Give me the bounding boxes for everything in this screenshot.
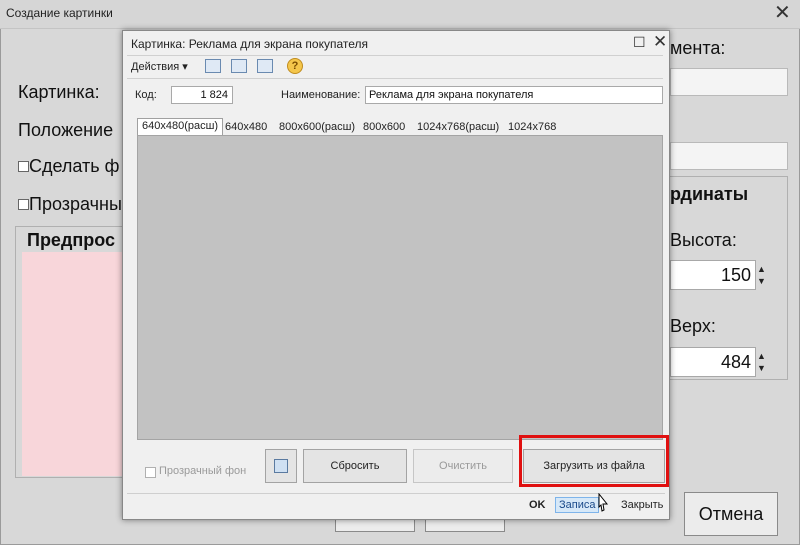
highlight-box: [519, 435, 669, 487]
background-close-icon[interactable]: ✕: [774, 0, 791, 25]
top-stepper[interactable]: ▲ ▼: [757, 350, 766, 374]
image-panel: [137, 135, 663, 440]
coords-label: рдинаты: [670, 184, 749, 204]
top-label: Верх:: [670, 316, 716, 336]
tab-640x480[interactable]: 640x480: [221, 120, 271, 136]
height-label: Высота:: [670, 230, 737, 250]
close-button[interactable]: Закрыть: [621, 499, 663, 511]
tab-1024x768-ext[interactable]: 1024x768(расш): [413, 120, 503, 136]
height-input[interactable]: 150: [670, 260, 756, 290]
transparent-bg-checkbox[interactable]: [145, 465, 156, 483]
picture-label: Картинка:: [18, 82, 100, 102]
reset-button[interactable]: Сбросить: [303, 449, 407, 483]
footer-separator: [127, 493, 665, 494]
tab-1024x768[interactable]: 1024x768: [504, 120, 560, 136]
code-field[interactable]: 1 824: [171, 86, 233, 104]
transparent-checkbox-row[interactable]: Прозрачны: [18, 194, 122, 215]
refresh-icon[interactable]: [257, 59, 273, 73]
transparent-checkbox[interactable]: [18, 199, 29, 210]
clear-button[interactable]: Очистить: [413, 449, 513, 483]
preview-label: Предпрос: [27, 230, 116, 250]
dialog-toolbar: Действия ▾ ?: [127, 55, 663, 79]
cursor-icon: [595, 492, 609, 518]
maximize-icon[interactable]: ☐: [633, 34, 646, 51]
position-label: Положение: [18, 120, 114, 140]
cancel-button[interactable]: Отмена: [684, 492, 778, 536]
tab-800x600[interactable]: 800x600: [359, 120, 409, 136]
tab-800x600-ext[interactable]: 800x600(расш): [275, 120, 359, 136]
element-label: мента:: [670, 38, 726, 58]
make-checkbox-row[interactable]: Сделать ф: [18, 156, 119, 177]
floppy-icon: [274, 459, 288, 473]
height-stepper[interactable]: ▲ ▼: [757, 263, 766, 287]
name-label: Наименование:: [281, 89, 361, 101]
code-label: Код:: [135, 89, 157, 101]
picture-dialog: Картинка: Реклама для экрана покупателя …: [122, 30, 670, 520]
top-input[interactable]: 484: [670, 347, 756, 377]
dialog-close-icon[interactable]: ✕: [653, 32, 667, 52]
name-field[interactable]: Реклама для экрана покупателя: [365, 86, 663, 104]
position-field[interactable]: [670, 142, 788, 170]
help-icon[interactable]: ?: [287, 58, 303, 74]
save-button[interactable]: Записа: [555, 497, 600, 513]
transparent-checkbox-label: Прозрачны: [29, 194, 122, 214]
background-titlebar: [0, 0, 800, 29]
element-field[interactable]: [670, 68, 788, 96]
background-window-title: Создание картинки: [6, 6, 113, 20]
actions-menu[interactable]: Действия ▾: [131, 60, 188, 73]
make-checkbox-label: Сделать ф: [29, 156, 120, 176]
import-icon[interactable]: [205, 59, 221, 73]
make-checkbox[interactable]: [18, 161, 29, 172]
dialog-title: Картинка: Реклама для экрана покупателя: [131, 37, 369, 51]
picture-icon[interactable]: [231, 59, 247, 73]
save-file-button[interactable]: [265, 449, 297, 483]
transparent-bg-label: Прозрачный фон: [159, 465, 247, 477]
preview-area: [22, 252, 123, 476]
ok-button[interactable]: OK: [529, 499, 546, 511]
